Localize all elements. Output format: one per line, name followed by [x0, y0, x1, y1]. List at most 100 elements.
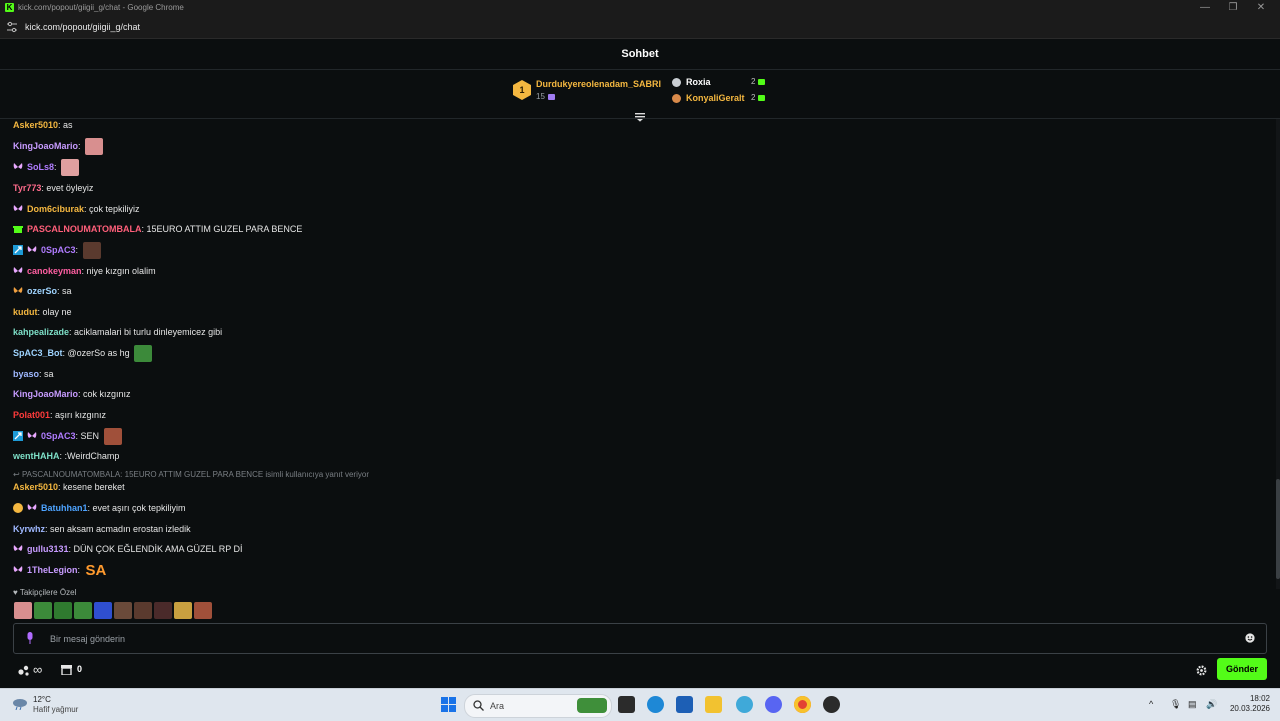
pepe-emote-icon[interactable]	[134, 345, 153, 363]
pepe-emote-icon[interactable]	[54, 602, 72, 619]
chrome-icon[interactable]	[794, 696, 811, 713]
message-username[interactable]: SoLs8	[27, 162, 54, 172]
network-icon[interactable]: ▤	[1188, 699, 1197, 710]
chat-message: 1TheLegion: SA	[13, 561, 106, 579]
face-emote-icon[interactable]	[103, 428, 122, 446]
message-username[interactable]: kudut	[13, 307, 38, 317]
taskbar-search[interactable]: Ara	[464, 694, 612, 718]
message-text: : evet aşırı çok tepkiliyim	[87, 503, 186, 513]
store-count: 0	[77, 664, 83, 674]
emoji-picker-icon[interactable]	[1245, 633, 1255, 643]
message-username[interactable]: Tyr773	[13, 183, 41, 193]
message-username[interactable]: Dom6ciburak	[27, 204, 84, 214]
chat-settings-gear-icon[interactable]	[1196, 665, 1207, 676]
settings-app-icon[interactable]	[736, 696, 753, 713]
face-emote-icon[interactable]	[194, 602, 212, 619]
chat-message: wentHAHA: :WeirdChamp	[13, 447, 119, 465]
message-username[interactable]: SpAC3_Bot	[13, 348, 63, 358]
message-username[interactable]: byaso	[13, 369, 39, 379]
message-username[interactable]: Asker5010	[13, 482, 58, 492]
butterfly-subscriber-icon	[13, 565, 23, 572]
butterfly-subscriber-icon	[13, 544, 23, 551]
girl-emote-icon[interactable]	[154, 602, 172, 619]
message-text: : niye kızgın olalim	[81, 266, 156, 276]
message-username[interactable]: Asker5010	[13, 120, 58, 130]
message-text: :	[77, 565, 81, 575]
leaderboard-second-name: Roxia	[686, 77, 711, 87]
message-username[interactable]: PASCALNOUMATOMBALA	[27, 224, 142, 234]
blue-emote-icon[interactable]	[94, 602, 112, 619]
task-view-icon[interactable]	[618, 696, 635, 713]
close-button[interactable]: ✕	[1254, 1, 1268, 14]
message-username[interactable]: Kyrwhz	[13, 524, 45, 534]
follower-only-label: ♥ Takipçilere Özel	[13, 588, 77, 597]
girl-emote-icon[interactable]	[134, 602, 152, 619]
message-username[interactable]: Batuhhan1	[41, 503, 88, 513]
windows-start-icon[interactable]	[440, 696, 457, 713]
file-explorer-icon[interactable]	[705, 696, 722, 713]
hands-emote-icon[interactable]	[174, 602, 192, 619]
store-app-icon[interactable]	[676, 696, 693, 713]
message-input[interactable]	[48, 630, 1232, 648]
minimize-button[interactable]: —	[1198, 1, 1212, 14]
send-button[interactable]: Gönder	[1217, 658, 1267, 680]
leaderboard-third-count: 2	[751, 93, 766, 102]
message-username[interactable]: kahpealizade	[13, 327, 69, 337]
clock-date: 20.03.2026	[1229, 704, 1270, 713]
chat-message: Kyrwhz: sen aksam acmadın erostan izledi…	[13, 520, 191, 538]
butterfly-subscriber-icon	[27, 503, 37, 510]
chat-header: Sohbet	[0, 39, 1280, 70]
leaderboard-third[interactable]: KonyaliGeralt 2	[672, 93, 772, 105]
message-username[interactable]: 1TheLegion	[27, 565, 78, 575]
store-icon[interactable]	[61, 664, 72, 675]
taskbar-clock[interactable]: 18:02 20.03.2026	[1228, 694, 1270, 714]
points-balance: ∞	[33, 662, 43, 677]
search-icon	[473, 700, 484, 711]
message-username[interactable]: Polat001	[13, 410, 50, 420]
message-username[interactable]: wentHAHA	[13, 451, 60, 461]
message-username[interactable]: 0SpAC3	[41, 245, 76, 255]
message-username[interactable]: KingJoaoMario	[13, 141, 78, 151]
message-username[interactable]: canokeyman	[27, 266, 82, 276]
chat-scrollbar[interactable]	[1276, 119, 1280, 589]
microphone-icon[interactable]	[26, 632, 34, 644]
leaderboard-third-name: KonyaliGeralt	[686, 93, 745, 103]
message-username[interactable]: ozerSo	[27, 286, 57, 296]
pepe-emote-icon[interactable]	[34, 602, 52, 619]
scrollbar-thumb[interactable]	[1276, 479, 1280, 579]
edge-browser-icon[interactable]	[647, 696, 664, 713]
chat-input-box[interactable]	[13, 623, 1267, 654]
message-username[interactable]: 0SpAC3	[41, 431, 76, 441]
restore-button[interactable]: ❐	[1226, 1, 1240, 14]
window-titlebar: K kick.com/popout/giigii_g/chat - Google…	[0, 0, 1280, 16]
tray-overflow-icon[interactable]: ^	[1149, 699, 1153, 709]
window-title: kick.com/popout/giigii_g/chat - Google C…	[18, 3, 184, 12]
message-text: : as	[58, 120, 73, 130]
chat-message: Tyr773: evet öyleyiz	[13, 179, 93, 197]
site-settings-icon[interactable]	[6, 21, 18, 33]
butterfly-subscriber-icon	[13, 286, 23, 293]
chat-message: 0SpAC3:	[13, 241, 101, 260]
leaderboard-second[interactable]: Roxia 2	[672, 77, 772, 89]
sa-emote-icon[interactable]: SA	[86, 562, 107, 580]
chat-message: Batuhhan1: evet aşırı çok tepkiliyim	[13, 499, 186, 517]
message-username[interactable]: KingJoaoMario	[13, 389, 78, 399]
leaderboard-second-count: 2	[751, 77, 766, 86]
windows-taskbar: 12°C Hafif yağmur Ara ^ 🎙 ▤ 🔊 18:02 20.0…	[0, 688, 1280, 721]
message-username[interactable]: gullu3131	[27, 544, 69, 554]
volume-icon[interactable]: 🔊	[1206, 699, 1217, 710]
discord-icon[interactable]	[765, 696, 782, 713]
butterfly-subscriber-icon	[27, 245, 37, 252]
face-emote-icon[interactable]	[85, 138, 104, 156]
girl-emote-icon[interactable]	[114, 602, 132, 619]
pepe-emote-icon[interactable]	[74, 602, 92, 619]
microphone-tray-icon[interactable]: 🎙	[1170, 699, 1181, 710]
chat-message: KingJoaoMario:	[13, 137, 104, 156]
channel-points-icon[interactable]	[18, 664, 30, 676]
app-icon[interactable]	[823, 696, 840, 713]
message-text: : DÜN ÇOK EĞLENDİK AMA GÜZEL RP Dİ	[68, 544, 243, 554]
url-text[interactable]: kick.com/popout/giigii_g/chat	[25, 22, 140, 32]
face-emote-icon[interactable]	[61, 159, 80, 177]
face-emote-icon[interactable]	[14, 602, 32, 619]
girl-emote-icon[interactable]	[82, 242, 101, 260]
